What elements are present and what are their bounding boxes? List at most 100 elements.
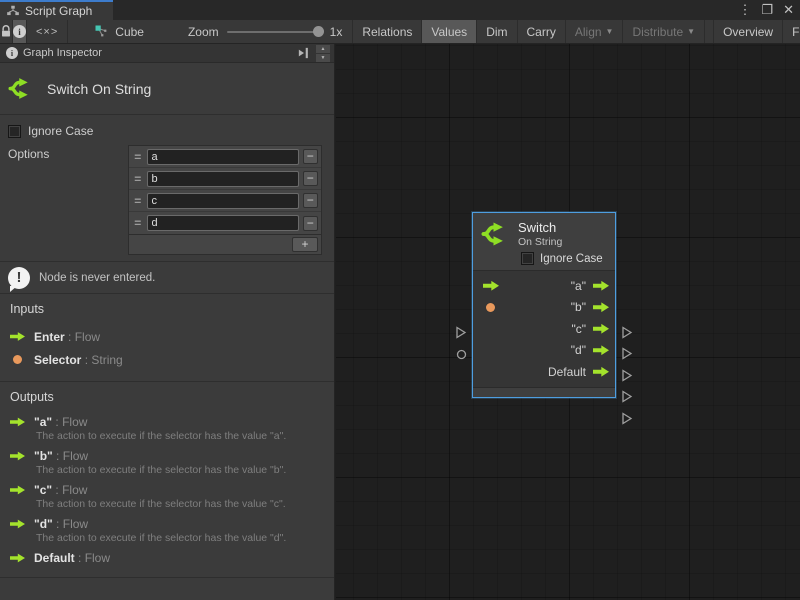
ignore-case-row: Ignore Case xyxy=(8,123,322,139)
selector-connection-stub[interactable] xyxy=(456,349,467,360)
remove-option-button[interactable]: − xyxy=(303,171,318,186)
enter-connection-stub[interactable] xyxy=(455,326,467,339)
flow-arrow-icon xyxy=(10,332,25,342)
output-port-icon[interactable] xyxy=(593,366,609,377)
add-option-button[interactable]: + xyxy=(292,237,318,252)
node-title-row: Switch On String xyxy=(0,63,334,115)
inputs-section: Inputs Enter : Flow Selector : String xyxy=(0,294,334,382)
tab-script-graph[interactable]: Script Graph xyxy=(0,0,113,20)
output-port-icon[interactable] xyxy=(593,302,609,313)
code-icon: <×> xyxy=(36,26,58,38)
option-item: = − xyxy=(129,146,321,168)
flow-arrow-icon xyxy=(10,553,25,563)
window-close-icon[interactable]: ✕ xyxy=(783,0,794,20)
output-port-d: "d" : Flow xyxy=(10,515,324,533)
node-ignore-case-row: Ignore Case xyxy=(521,252,607,265)
inspector-toggle-button[interactable]: i xyxy=(13,20,27,43)
overview-button[interactable]: Overview xyxy=(713,20,783,43)
output-port-b: "b" : Flow xyxy=(10,447,324,465)
enter-port-icon[interactable] xyxy=(483,280,499,291)
zoom-label: Zoom xyxy=(188,25,219,39)
output-port-icon[interactable] xyxy=(593,280,609,291)
toolbar-buttons: Relations Values Dim Carry Align▼ Distri… xyxy=(352,20,800,43)
node-title: Switch xyxy=(518,220,562,235)
flow-arrow-icon xyxy=(10,417,25,427)
lock-button[interactable] xyxy=(0,20,13,43)
drag-handle-icon[interactable]: = xyxy=(129,194,147,208)
scroll-down-icon[interactable]: ▼ xyxy=(316,54,330,62)
remove-option-button[interactable]: − xyxy=(303,149,318,164)
option-input[interactable] xyxy=(147,215,299,231)
node-row-d: "d" xyxy=(483,340,609,362)
output-port-description: The action to execute if the selector ha… xyxy=(36,532,324,544)
graph-toolbar: i <×> Cube Zoom 1x Relations Values Dim … xyxy=(0,20,800,44)
node-ignore-case-checkbox[interactable] xyxy=(521,252,534,265)
warning-text: Node is never entered. xyxy=(39,272,155,284)
script-graph-icon xyxy=(6,4,20,18)
graph-canvas[interactable]: Switch On String Ignore Case "a" "b" "c" xyxy=(336,44,800,600)
values-button[interactable]: Values xyxy=(422,20,477,43)
info-icon: i xyxy=(13,25,26,38)
output-port-icon[interactable] xyxy=(593,323,609,334)
carry-button[interactable]: Carry xyxy=(518,20,566,43)
window-menu-icon[interactable]: ⋮ xyxy=(738,0,751,20)
distribute-dropdown[interactable]: Distribute▼ xyxy=(623,20,705,43)
remove-option-button[interactable]: − xyxy=(303,193,318,208)
node-header[interactable]: Switch On String Ignore Case xyxy=(473,213,615,270)
edit-script-button[interactable]: <×> xyxy=(27,20,68,43)
node-properties-section: Ignore Case Options = − = − = xyxy=(0,115,334,262)
output-connection-stub-c[interactable] xyxy=(621,369,633,382)
node-body: "a" "b" "c" "d" Default xyxy=(473,270,615,387)
output-port-c: "c" : Flow xyxy=(10,481,324,499)
option-input[interactable] xyxy=(147,193,299,209)
drag-handle-icon[interactable]: = xyxy=(129,150,147,164)
switch-on-string-node[interactable]: Switch On String Ignore Case "a" "b" "c" xyxy=(472,212,616,398)
option-item: = − xyxy=(129,168,321,190)
relations-button[interactable]: Relations xyxy=(352,20,422,43)
graph-icon xyxy=(94,24,109,39)
flow-arrow-icon xyxy=(10,519,25,529)
graph-inspector-title: Graph Inspector xyxy=(23,47,292,59)
node-row-selector-b: "b" xyxy=(483,297,609,319)
remove-option-button[interactable]: − xyxy=(303,216,318,231)
window-maximize-icon[interactable]: ❐ xyxy=(761,0,773,20)
zoom-slider-knob[interactable] xyxy=(313,26,324,37)
output-connection-stub-d[interactable] xyxy=(621,390,633,403)
output-port-icon[interactable] xyxy=(593,345,609,356)
options-footer: + xyxy=(128,235,322,255)
node-ignore-case-label: Ignore Case xyxy=(540,253,603,265)
options-label: Options xyxy=(8,145,49,161)
drag-handle-icon[interactable]: = xyxy=(129,216,147,230)
panel-scroll-stepper[interactable]: ▲ ▼ xyxy=(316,45,330,62)
option-input[interactable] xyxy=(147,149,299,165)
align-dropdown[interactable]: Align▼ xyxy=(566,20,624,43)
zoom-control: Zoom 1x xyxy=(158,20,352,43)
warning-box: ! Node is never entered. xyxy=(0,262,334,294)
output-port-a: "a" : Flow xyxy=(10,413,324,431)
output-connection-stub-b[interactable] xyxy=(621,347,633,360)
lock-icon xyxy=(0,25,12,38)
inputs-heading: Inputs xyxy=(10,302,324,316)
dim-button[interactable]: Dim xyxy=(477,20,517,43)
dock-panel-icon[interactable] xyxy=(297,47,311,59)
option-item: = − xyxy=(129,190,321,212)
ignore-case-checkbox[interactable] xyxy=(8,125,21,138)
outputs-heading: Outputs xyxy=(10,390,324,404)
graph-breadcrumb[interactable]: Cube xyxy=(68,20,158,43)
flow-arrow-icon xyxy=(10,451,25,461)
option-input[interactable] xyxy=(147,171,299,187)
fullscreen-button[interactable]: Full Screen xyxy=(783,20,800,43)
scroll-up-icon[interactable]: ▲ xyxy=(316,45,330,53)
switch-node-icon xyxy=(8,75,35,102)
option-item: = − xyxy=(129,212,321,234)
outputs-section: Outputs "a" : Flow The action to execute… xyxy=(0,382,334,578)
output-connection-stub-a[interactable] xyxy=(621,326,633,339)
output-connection-stub-default[interactable] xyxy=(621,412,633,425)
ignore-case-label: Ignore Case xyxy=(28,124,93,138)
input-port-enter: Enter : Flow xyxy=(10,325,324,348)
drag-handle-icon[interactable]: = xyxy=(129,172,147,186)
selector-port-icon[interactable] xyxy=(486,303,495,312)
output-port-description: The action to execute if the selector ha… xyxy=(36,464,324,476)
output-port-description: The action to execute if the selector ha… xyxy=(36,498,324,510)
zoom-slider[interactable] xyxy=(227,31,322,33)
